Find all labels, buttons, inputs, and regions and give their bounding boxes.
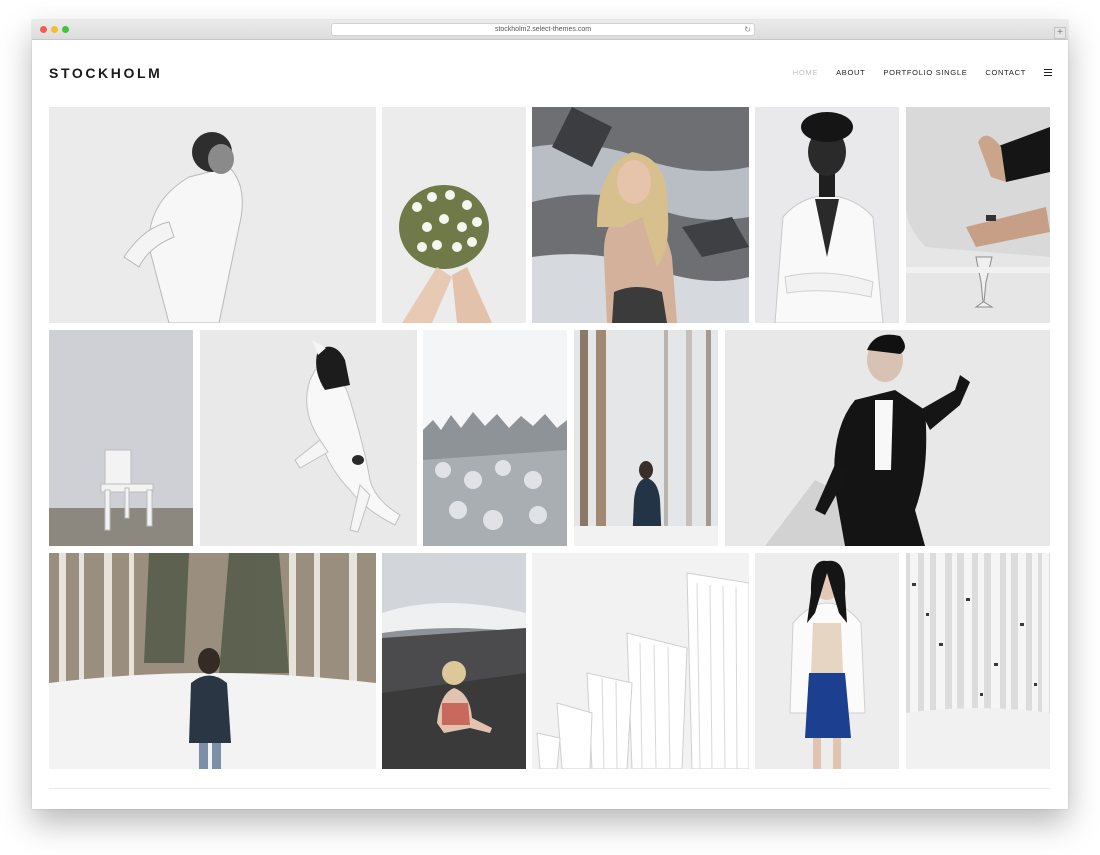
close-window-button[interactable] [40, 26, 47, 33]
gallery-item-white-chair[interactable] [49, 330, 193, 546]
nav-home[interactable]: HOME [793, 68, 818, 77]
url-text: stockholm2.select-themes.com [494, 26, 592, 33]
gallery-item-legs-wine-glass[interactable] [906, 107, 1050, 323]
plus-icon[interactable]: + [1054, 27, 1066, 39]
gallery-item-blonde-woman-river[interactable] [532, 107, 749, 323]
gallery-item-man-black-suit[interactable] [725, 330, 1050, 546]
gallery-item-white-architecture[interactable] [532, 553, 749, 769]
gallery-item-snowy-forest[interactable] [423, 330, 567, 546]
gallery-item-woman-rocks-sea[interactable] [382, 553, 526, 769]
nav-contact[interactable]: CONTACT [985, 68, 1026, 77]
reload-icon[interactable]: ↻ [744, 24, 751, 36]
minimize-window-button[interactable] [51, 26, 58, 33]
gallery-item-woman-white-blazer[interactable] [755, 107, 899, 323]
address-bar[interactable]: stockholm2.select-themes.com ↻ [331, 23, 755, 36]
gallery-item-jumping-dog[interactable] [200, 330, 417, 546]
main-navigation: HOME ABOUT PORTFOLIO SINGLE CONTACT [775, 68, 1052, 77]
hamburger-icon[interactable] [1044, 69, 1052, 76]
browser-toolbar: stockholm2.select-themes.com ↻ + [32, 20, 1068, 40]
gallery-item-birch-trees[interactable] [906, 553, 1050, 769]
gallery-item-woman-blue-skirt[interactable] [755, 553, 899, 769]
nav-portfolio-single[interactable]: PORTFOLIO SINGLE [883, 68, 967, 77]
browser-window: stockholm2.select-themes.com ↻ + STOCKHO… [32, 20, 1068, 809]
gallery-item-woman-birch-forest[interactable] [574, 330, 718, 546]
footer-divider [49, 788, 1050, 789]
gallery-item-man-snow-forest[interactable] [49, 553, 376, 769]
gallery-item-man-white-shirt[interactable] [49, 107, 376, 323]
site-logo[interactable]: STOCKHOLM [49, 65, 162, 81]
gallery-item-daisy-bouquet[interactable] [382, 107, 526, 323]
nav-about[interactable]: ABOUT [836, 68, 865, 77]
maximize-window-button[interactable] [62, 26, 69, 33]
